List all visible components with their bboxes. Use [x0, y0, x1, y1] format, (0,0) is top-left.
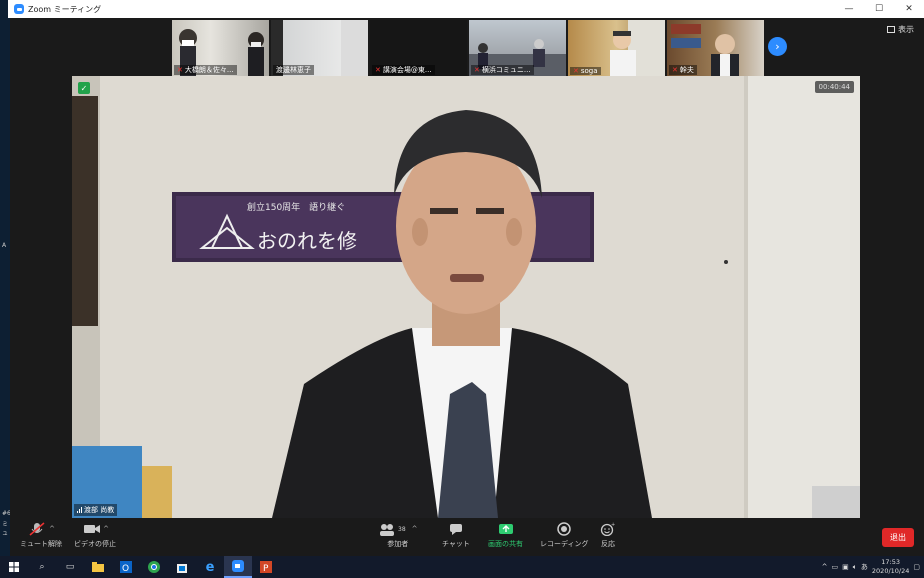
participants-count: 38 — [398, 525, 406, 533]
meeting-toolbar: ^ ミュート解除 ^ ビデオの停止 38 ^ 参加者 チャット 画面の共有 レコ… — [10, 518, 924, 556]
store-icon[interactable] — [168, 556, 196, 578]
active-speaker-video: おのれを修 くす 創立150周年 語り継ぐ 高等学校 ✓ 00:40:44 渡部… — [72, 76, 860, 518]
svg-text:+: + — [611, 522, 615, 528]
window-titlebar: Zoom ミーティング — ☐ ✕ — [8, 0, 924, 18]
participant-label-5: ✕ soga — [570, 67, 601, 75]
strip-text-c: ミュ — [2, 521, 9, 537]
muted-mic-icon: ✕ — [672, 66, 678, 74]
file-explorer-icon[interactable] — [84, 556, 112, 578]
windows-logo-icon — [9, 562, 19, 572]
chevron-up-icon[interactable]: ^ — [822, 563, 828, 571]
volume-muted-icon[interactable]: 🔈︎ — [853, 563, 857, 572]
minimize-button[interactable]: — — [834, 0, 864, 18]
share-screen-icon — [498, 522, 514, 536]
zoom-taskbar-icon[interactable] — [224, 556, 252, 578]
background-window-strip: A #6 ミュ — [0, 0, 11, 556]
window-title: Zoom ミーティング — [28, 4, 102, 14]
speaker-label: 渡部 尚教 — [74, 504, 118, 516]
meeting-timer: 00:40:44 — [814, 81, 854, 93]
view-button[interactable]: 表示 — [887, 24, 914, 35]
muted-mic-icon: ✕ — [375, 66, 381, 74]
notification-icon[interactable]: ▢ — [913, 563, 920, 571]
leave-meeting-button[interactable]: 退出 — [882, 528, 914, 547]
task-view-icon[interactable]: ▭ — [56, 556, 84, 578]
chevron-up-icon[interactable]: ^ — [49, 525, 55, 533]
close-button[interactable]: ✕ — [894, 0, 924, 18]
network-icon[interactable]: ▣ — [842, 563, 849, 571]
muted-microphone-icon: ^ — [27, 522, 55, 536]
speaker-video-image: おのれを修 くす 創立150周年 語り継ぐ 高等学校 — [72, 76, 860, 518]
muted-mic-icon: ✕ — [573, 67, 579, 75]
svg-text:P: P — [263, 564, 269, 573]
start-button[interactable] — [0, 556, 28, 578]
record-icon — [556, 522, 572, 536]
desktop: A #6 ミュ Zoom ミーティング — ☐ ✕ ✕ 大橋朗＆佐々... 渡邊… — [0, 0, 924, 578]
muted-mic-icon: ✕ — [474, 66, 480, 74]
chrome-icon[interactable] — [140, 556, 168, 578]
zoom-logo-icon — [14, 4, 24, 14]
participants-button[interactable]: 38 ^ 参加者 — [378, 522, 418, 549]
chevron-up-icon[interactable]: ^ — [103, 525, 109, 533]
participant-label-4: ✕ 横浜コミュニ... — [471, 65, 534, 75]
smiley-plus-icon: + — [600, 522, 616, 536]
chevron-right-icon: › — [775, 40, 780, 53]
chat-bubble-icon — [448, 522, 464, 536]
zoom-meeting-area: ✕ 大橋朗＆佐々... 渡邊林恵子 ✕ 講演会場@東... ✕ 横浜コミュニ... — [10, 18, 924, 556]
ime-indicator[interactable]: あ — [861, 562, 868, 572]
signal-bars-icon — [77, 507, 82, 513]
strip-text-a: A — [2, 242, 7, 249]
outlook-icon[interactable]: O — [112, 556, 140, 578]
muted-mic-icon: ✕ — [177, 66, 183, 74]
participant-thumb-2[interactable]: 渡邊林恵子 — [271, 20, 368, 76]
battery-icon[interactable]: ▭ — [831, 563, 838, 571]
participant-label-2: 渡邊林恵子 — [273, 65, 314, 75]
powerpoint-icon[interactable]: P — [252, 556, 280, 578]
windows-taskbar: ⌕ ▭ O e P ^ ▭ ▣ 🔈︎ あ 17:53 2020/10/24 ▢ — [0, 556, 924, 578]
unmute-button[interactable]: ^ ミュート解除 — [20, 522, 62, 549]
participants-icon: 38 ^ — [378, 522, 418, 536]
reactions-button[interactable]: + 反応 — [600, 522, 616, 549]
participant-thumb-1[interactable]: ✕ 大橋朗＆佐々... — [172, 20, 269, 76]
svg-text:O: O — [122, 564, 129, 573]
chevron-up-icon[interactable]: ^ — [412, 525, 418, 533]
chat-button[interactable]: チャット — [442, 522, 470, 549]
participant-label-3: ✕ 講演会場@東... — [372, 65, 435, 75]
maximize-button[interactable]: ☐ — [864, 0, 894, 18]
system-tray: ^ ▭ ▣ 🔈︎ あ 17:53 2020/10/24 ▢ — [822, 556, 920, 578]
participant-label-6: ✕ 幹夫 — [669, 65, 697, 75]
participant-thumb-5[interactable]: ✕ soga — [568, 20, 665, 76]
next-page-button[interactable]: › — [768, 37, 787, 56]
search-icon[interactable]: ⌕ — [28, 556, 56, 578]
participant-thumbnails: ✕ 大橋朗＆佐々... 渡邊林恵子 ✕ 講演会場@東... ✕ 横浜コミュニ... — [172, 20, 764, 76]
encryption-shield-icon[interactable]: ✓ — [78, 82, 90, 94]
gallery-view-icon — [887, 26, 895, 33]
clock[interactable]: 17:53 2020/10/24 — [872, 558, 909, 576]
video-camera-icon: ^ — [81, 522, 109, 536]
edge-icon[interactable]: e — [196, 556, 224, 578]
participant-label-1: ✕ 大橋朗＆佐々... — [174, 65, 237, 75]
participant-thumb-4[interactable]: ✕ 横浜コミュニ... — [469, 20, 566, 76]
stop-video-button[interactable]: ^ ビデオの停止 — [74, 522, 116, 549]
share-screen-button[interactable]: 画面の共有 — [488, 522, 523, 549]
record-button[interactable]: レコーディング — [540, 522, 589, 549]
participant-thumb-3[interactable]: ✕ 講演会場@東... — [370, 20, 467, 76]
participant-thumb-6[interactable]: ✕ 幹夫 — [667, 20, 764, 76]
